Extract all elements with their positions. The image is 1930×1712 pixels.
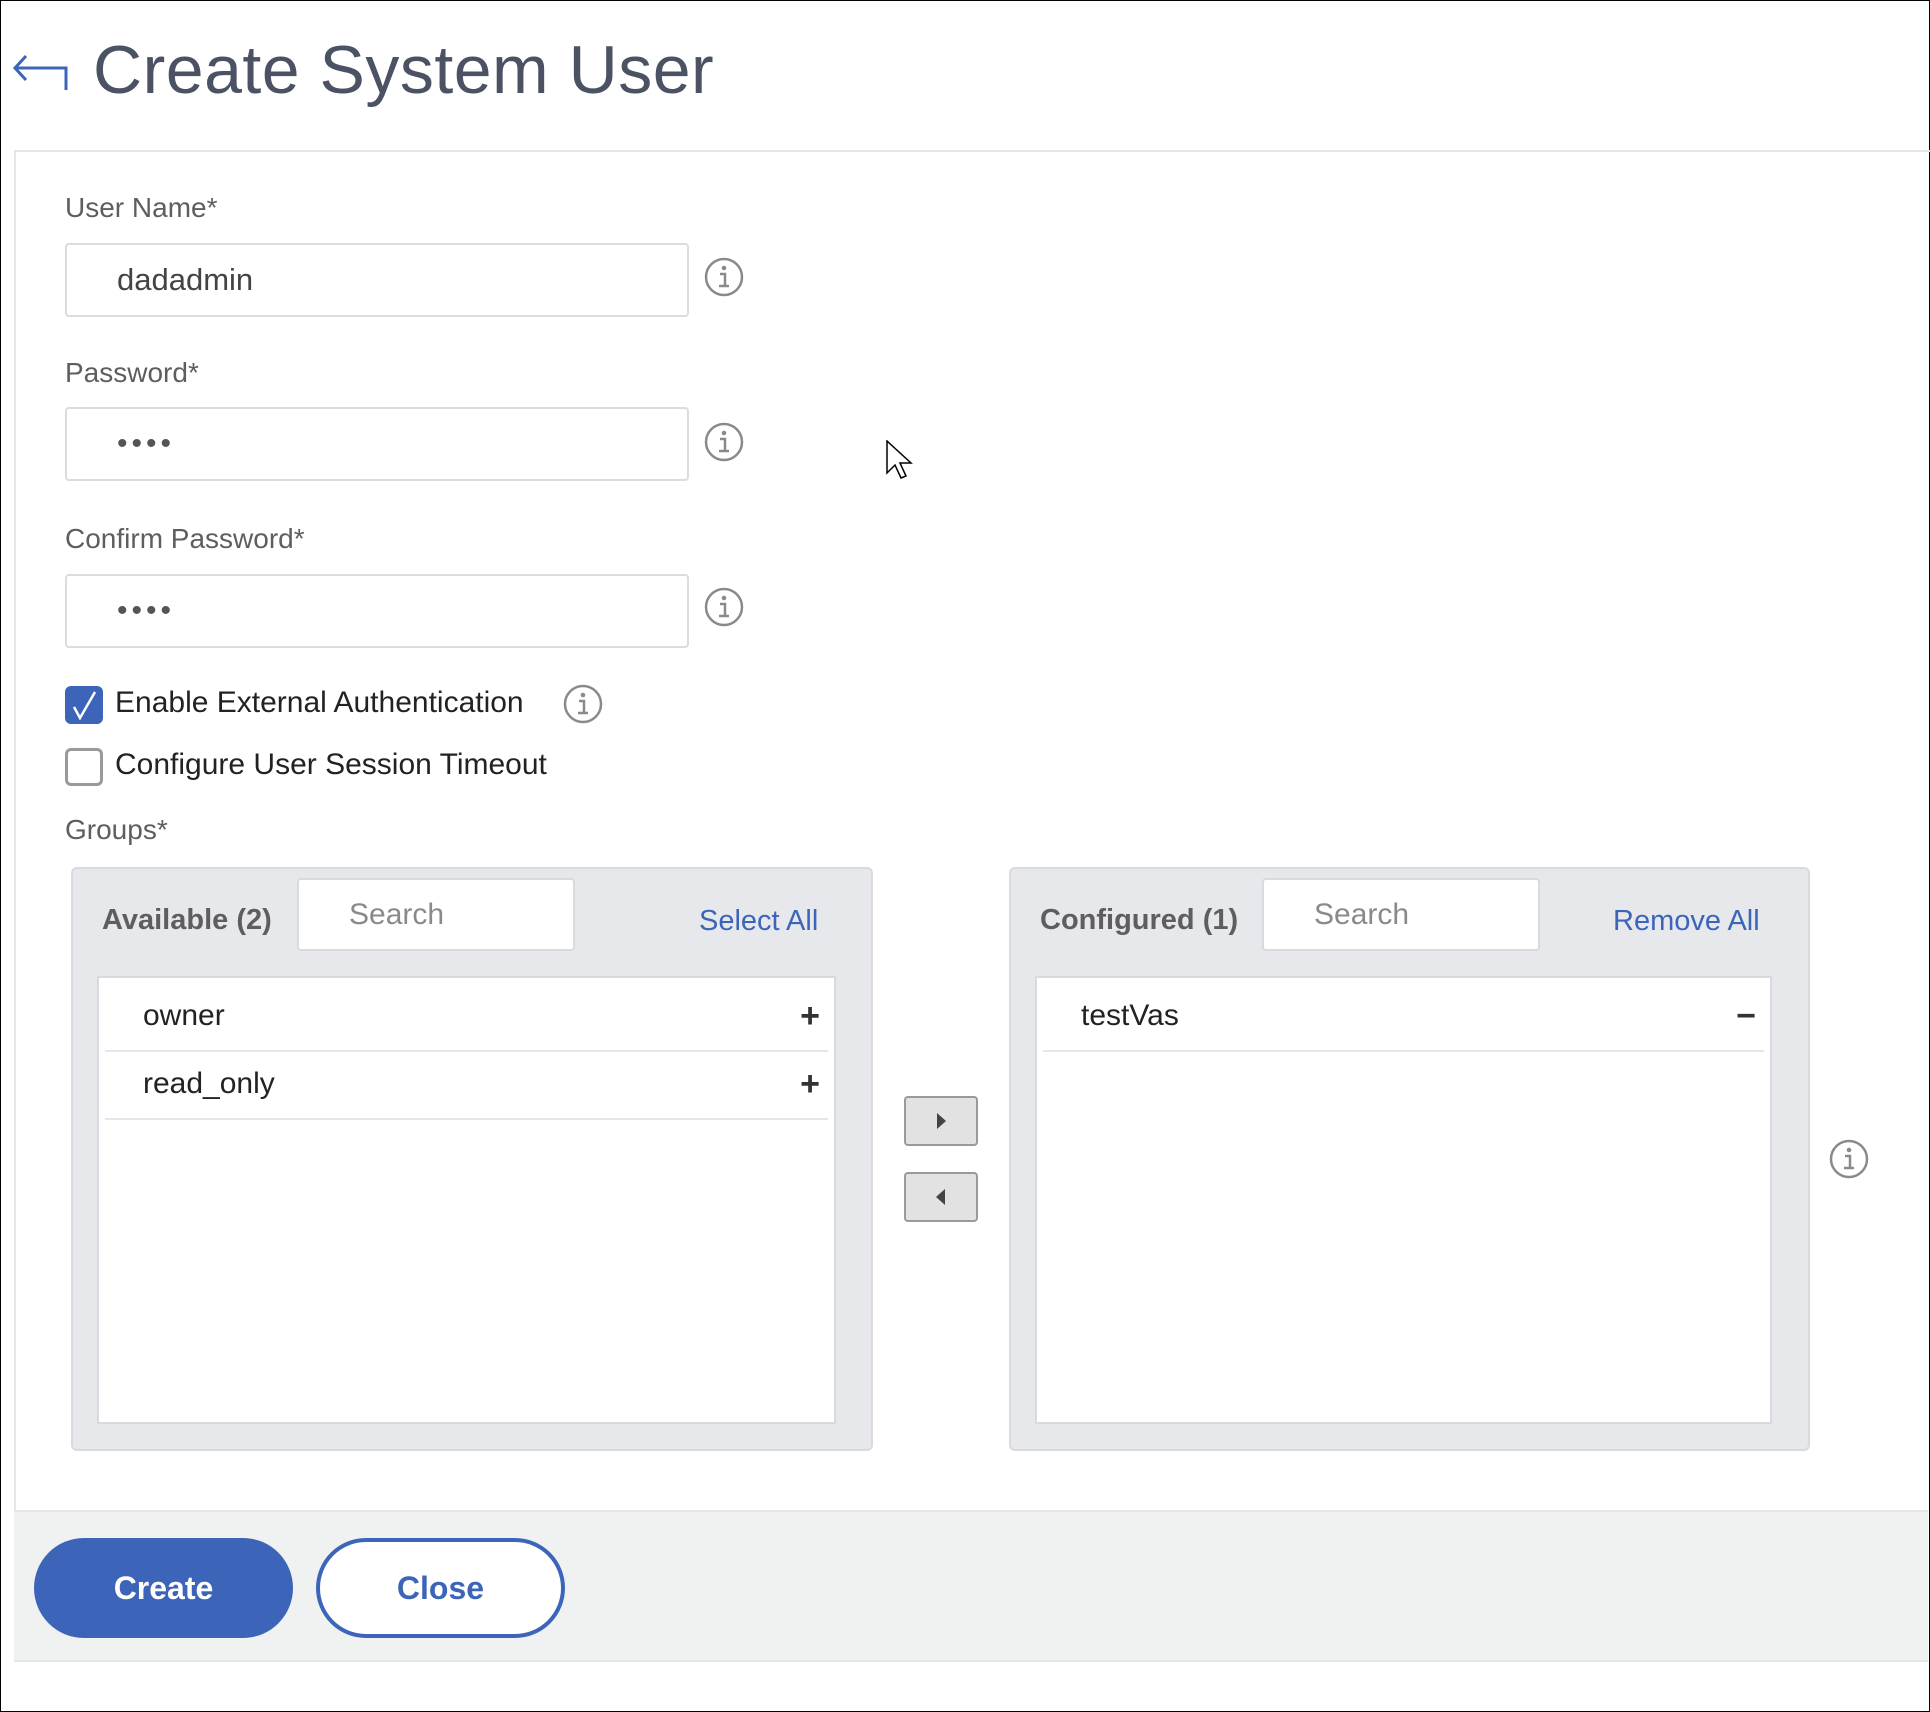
list-item-label: read_only bbox=[143, 1067, 275, 1100]
info-icon[interactable] bbox=[1829, 1139, 1869, 1179]
list-item[interactable]: owner + bbox=[105, 982, 828, 1052]
confirm-password-value: •••• bbox=[117, 594, 176, 627]
close-button[interactable]: Close bbox=[316, 1538, 565, 1638]
external-auth-label[interactable]: Enable External Authentication bbox=[115, 686, 524, 720]
remove-all-link[interactable]: Remove All bbox=[1613, 905, 1760, 938]
page-title: Create System User bbox=[93, 32, 715, 108]
info-icon[interactable] bbox=[704, 257, 744, 297]
list-item[interactable]: testVas − bbox=[1043, 982, 1764, 1052]
password-label: Password* bbox=[65, 357, 199, 388]
back-arrow-icon[interactable] bbox=[12, 52, 70, 92]
session-timeout-label[interactable]: Configure User Session Timeout bbox=[115, 748, 547, 782]
password-input[interactable]: •••• bbox=[65, 407, 689, 481]
configured-search-input[interactable]: Search bbox=[1262, 878, 1540, 951]
list-item[interactable]: read_only + bbox=[105, 1050, 828, 1120]
available-list: owner + read_only + bbox=[97, 976, 836, 1424]
password-value: •••• bbox=[117, 427, 176, 460]
available-search-placeholder: Search bbox=[349, 897, 445, 931]
info-icon[interactable] bbox=[704, 587, 744, 627]
create-button[interactable]: Create bbox=[34, 1538, 293, 1638]
mouse-cursor-icon bbox=[886, 439, 914, 485]
footer-bar bbox=[14, 1510, 1928, 1662]
session-timeout-checkbox[interactable] bbox=[65, 748, 103, 786]
configured-list: testVas − bbox=[1035, 976, 1772, 1424]
checkmark-icon bbox=[72, 691, 97, 721]
caret-left-icon bbox=[936, 1189, 945, 1205]
username-input[interactable]: dadadmin bbox=[65, 243, 689, 317]
info-icon[interactable] bbox=[704, 422, 744, 462]
available-title: Available (2) bbox=[102, 904, 272, 936]
available-search-input[interactable]: Search bbox=[297, 878, 575, 951]
list-item-label: testVas bbox=[1081, 999, 1179, 1032]
username-value: dadadmin bbox=[117, 262, 254, 297]
select-all-link[interactable]: Select All bbox=[699, 905, 818, 938]
plus-icon[interactable]: + bbox=[800, 1065, 828, 1104]
external-auth-checkbox[interactable] bbox=[65, 686, 103, 724]
configured-title: Configured (1) bbox=[1040, 904, 1239, 936]
move-right-button[interactable] bbox=[904, 1096, 978, 1146]
minus-icon[interactable]: − bbox=[1736, 997, 1764, 1036]
caret-right-icon bbox=[937, 1113, 946, 1129]
info-icon[interactable] bbox=[563, 684, 603, 724]
plus-icon[interactable]: + bbox=[800, 997, 828, 1036]
move-left-button[interactable] bbox=[904, 1172, 978, 1222]
confirm-password-input[interactable]: •••• bbox=[65, 574, 689, 648]
configured-search-placeholder: Search bbox=[1314, 897, 1410, 931]
confirm-password-label: Confirm Password* bbox=[65, 523, 305, 554]
username-label: User Name* bbox=[65, 192, 218, 223]
groups-label: Groups* bbox=[65, 814, 168, 845]
list-item-label: owner bbox=[143, 999, 225, 1032]
